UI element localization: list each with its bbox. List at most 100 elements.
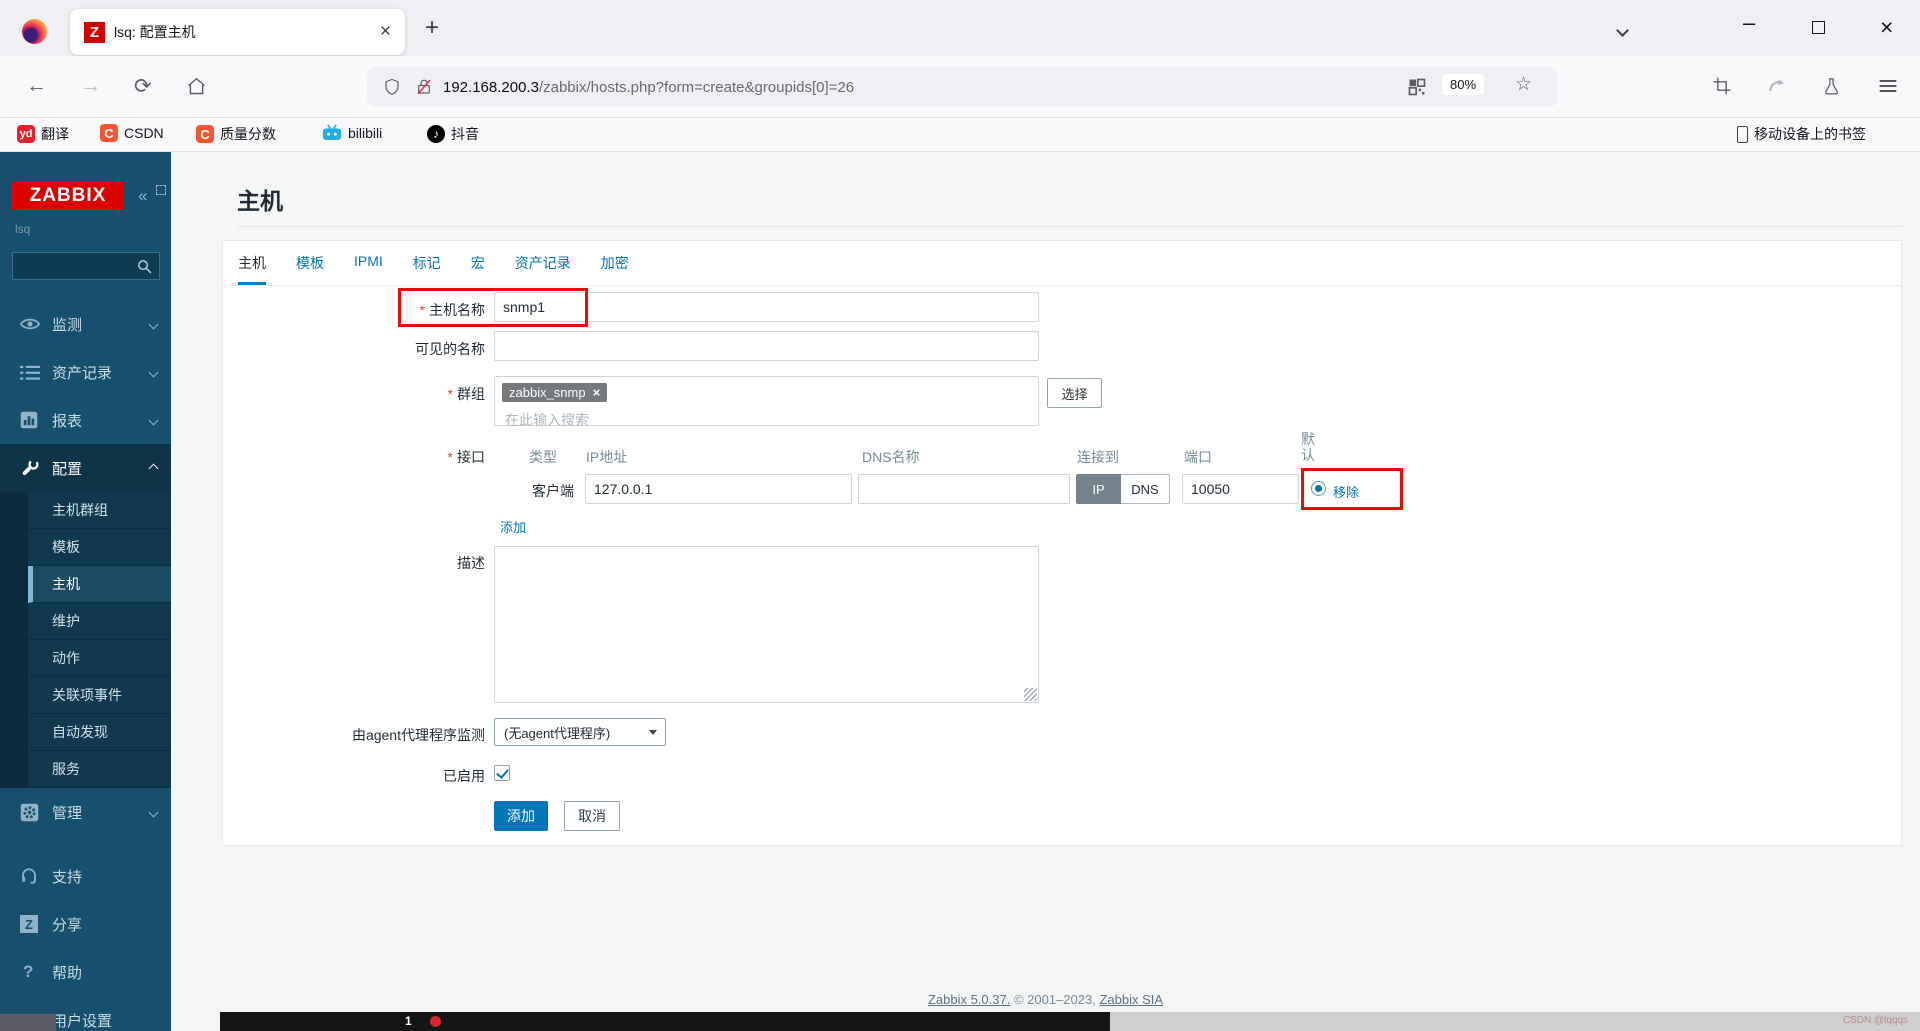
youdao-icon: yd — [17, 125, 35, 143]
interfaces-label: * 接口 — [447, 449, 485, 465]
mobile-bookmarks[interactable]: 移动设备上的书签 — [1737, 124, 1866, 144]
main-content: 主机 主机 模板 IPMI 标记 宏 资产记录 加密 *主机名称 可见的名称 *… — [171, 152, 1920, 1031]
sidebar-item-host-groups[interactable]: 主机群组 — [28, 492, 171, 529]
zoom-level-badge[interactable]: 80% — [1442, 74, 1485, 95]
textarea-resize-grip[interactable] — [1024, 688, 1037, 701]
sidebar-item-label: 动作 — [52, 650, 80, 666]
zabbix-share-icon: Z — [20, 915, 40, 933]
tab-host[interactable]: 主机 — [238, 253, 266, 285]
tab-encryption[interactable]: 加密 — [601, 253, 629, 285]
if-connect-toggle[interactable]: IP DNS — [1076, 474, 1170, 504]
sidebar-item-templates[interactable]: 模板 — [28, 529, 171, 566]
url-bar[interactable]: 192.168.200.3/zabbix/hosts.php?form=crea… — [367, 67, 1557, 107]
tab-templates[interactable]: 模板 — [296, 253, 324, 285]
groups-multiselect[interactable]: zabbix_snmp × 在此输入搜索 — [494, 376, 1039, 428]
sidebar-collapse-icon[interactable]: « — [138, 186, 147, 206]
window-maximize-button[interactable] — [1812, 21, 1825, 34]
screenshot-crop-icon[interactable] — [1712, 76, 1732, 96]
sidebar-item-monitoring[interactable]: 监测 — [0, 300, 171, 348]
sidebar-item-help[interactable]: ? 帮助 — [0, 948, 171, 996]
select-arrow-icon — [649, 729, 657, 735]
zabbix-logo[interactable]: ZABBIX — [12, 182, 124, 210]
sidebar-item-inventory[interactable]: 资产记录 — [0, 348, 171, 396]
bookmark-csdn[interactable]: C CSDN — [100, 124, 164, 142]
group-select-button[interactable]: 选择 — [1047, 378, 1102, 408]
browser-titlebar: Z lsq: 配置主机 × + – × — [0, 0, 1920, 56]
reload-icon[interactable]: ⟳ — [134, 74, 152, 99]
sidebar-item-support[interactable]: 支持 — [0, 852, 171, 900]
search-icon[interactable] — [136, 258, 153, 275]
agent-proxy-value: (无agent代理程序) — [504, 725, 611, 741]
tab-macros[interactable]: 宏 — [471, 253, 485, 285]
chip-remove-icon[interactable]: × — [593, 385, 601, 400]
sidebar-item-label: 模板 — [52, 539, 80, 555]
bookmark-douyin[interactable]: ♪ 抖音 — [427, 124, 479, 144]
sidebar-hide-icon[interactable] — [156, 185, 166, 195]
sidebar-search-input[interactable] — [12, 252, 160, 280]
zabbix-sidebar: ZABBIX « lsq 监测 资产记录 报表 配置 主机群组 模板 主机 维护 — [0, 152, 171, 1031]
window-minimize-button[interactable]: – — [1743, 10, 1755, 36]
sidebar-item-label: 用户设置 — [52, 1012, 113, 1030]
new-tab-button[interactable]: + — [425, 14, 439, 42]
enabled-checkbox[interactable] — [494, 765, 510, 781]
if-dns-input[interactable] — [858, 474, 1070, 504]
sidebar-item-share[interactable]: Z 分享 — [0, 900, 171, 948]
if-header-type: 类型 — [529, 449, 557, 465]
bookmark-bilibili[interactable]: bilibili — [322, 124, 382, 141]
sidebar-item-configuration[interactable]: 配置 — [0, 444, 171, 492]
tab-ipmi[interactable]: IPMI — [354, 253, 383, 285]
add-host-button[interactable]: 添加 — [494, 801, 548, 831]
forward-icon[interactable]: → — [80, 74, 101, 98]
shield-icon[interactable] — [383, 77, 401, 97]
bookmark-youdao[interactable]: yd 翻译 — [17, 124, 69, 144]
if-ip-input[interactable] — [585, 474, 852, 504]
gear-icon — [20, 803, 40, 822]
sidebar-item-label: 分享 — [52, 916, 83, 934]
connect-dns-segment[interactable]: DNS — [1121, 474, 1170, 504]
sidebar-item-event-correlation[interactable]: 关联项事件 — [28, 677, 171, 714]
list-tabs-chevron-icon[interactable] — [1616, 22, 1629, 40]
chevron-down-icon — [148, 415, 159, 425]
url-domain: 192.168.200.3 — [443, 78, 539, 96]
visible-name-input[interactable] — [494, 331, 1039, 361]
if-header-ip: IP地址 — [586, 449, 628, 465]
hamburger-menu-icon[interactable] — [1878, 78, 1898, 94]
extension-arrow-icon[interactable] — [1766, 76, 1788, 96]
header-divider — [237, 226, 1902, 227]
douyin-icon: ♪ — [427, 125, 445, 143]
bookmark-star-icon[interactable]: ☆ — [1515, 73, 1532, 96]
tab-inventory[interactable]: 资产记录 — [515, 253, 571, 285]
question-mark-icon: ? — [23, 962, 34, 981]
cancel-button[interactable]: 取消 — [564, 801, 620, 831]
sidebar-item-maintenance[interactable]: 维护 — [28, 603, 171, 640]
sidebar-item-discovery[interactable]: 自动发现 — [28, 714, 171, 751]
bookmark-quality[interactable]: C 质量分数 — [196, 124, 276, 144]
back-icon[interactable]: ← — [26, 74, 47, 98]
headset-icon — [20, 867, 40, 885]
agent-proxy-label: 由agent代理程序监测 — [351, 727, 485, 743]
sidebar-item-services[interactable]: 服务 — [28, 751, 171, 788]
sidebar-item-reports[interactable]: 报表 — [0, 396, 171, 444]
if-port-input[interactable] — [1182, 474, 1299, 504]
lock-insecure-icon[interactable] — [415, 77, 433, 97]
browser-tab[interactable]: Z lsq: 配置主机 × — [70, 9, 405, 55]
qr-code-icon[interactable] — [1407, 77, 1427, 97]
add-interface-link[interactable]: 添加 — [500, 517, 526, 536]
connect-ip-segment[interactable]: IP — [1076, 474, 1121, 504]
group-chip[interactable]: zabbix_snmp × — [502, 383, 608, 402]
zabbix-version-link[interactable]: Zabbix 5.0.37. — [928, 992, 1010, 1007]
home-icon[interactable] — [186, 76, 207, 97]
extension-flask-icon[interactable] — [1822, 75, 1841, 97]
description-textarea[interactable] — [494, 546, 1039, 703]
sidebar-item-hosts[interactable]: 主机 — [28, 566, 171, 603]
bookmark-label: 质量分数 — [220, 126, 276, 142]
agent-proxy-select[interactable]: (无agent代理程序) — [494, 718, 666, 746]
firefox-icon[interactable] — [22, 19, 47, 44]
sidebar-item-label: 管理 — [52, 804, 83, 822]
tab-tags[interactable]: 标记 — [413, 253, 441, 285]
zabbix-sia-link[interactable]: Zabbix SIA — [1099, 992, 1163, 1007]
window-close-button[interactable]: × — [1880, 14, 1893, 41]
sidebar-item-administration[interactable]: 管理 — [0, 788, 171, 836]
tab-close-icon[interactable]: × — [380, 21, 391, 43]
sidebar-item-actions[interactable]: 动作 — [28, 640, 171, 677]
